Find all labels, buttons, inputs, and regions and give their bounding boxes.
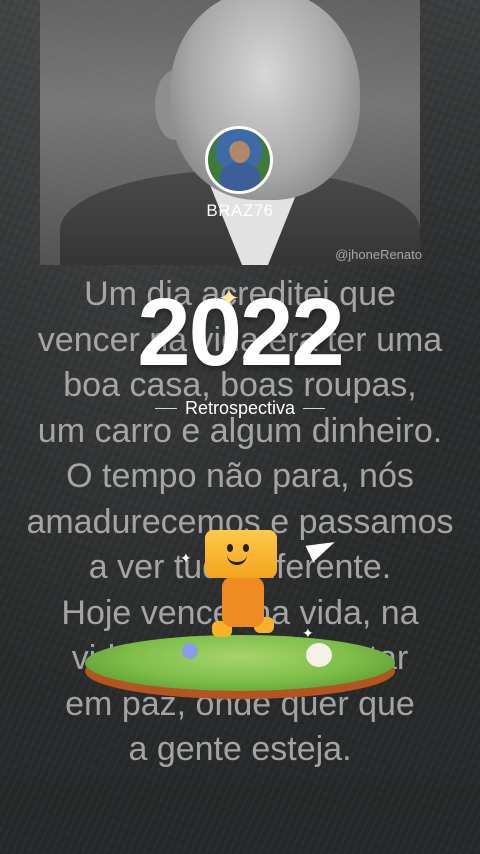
- paper-plane-icon: [305, 533, 339, 563]
- user-avatar[interactable]: [205, 126, 273, 194]
- robot-eye: [243, 544, 249, 552]
- robot-head: [205, 530, 277, 578]
- avatar-face: [230, 141, 250, 163]
- sparkle-icon: ✦: [218, 283, 240, 313]
- subtitle-divider-right: [303, 408, 326, 409]
- robot-body: [222, 577, 264, 627]
- avatar-shirt: [220, 163, 260, 191]
- grass-island: [85, 635, 395, 691]
- chick-icon: [306, 643, 332, 667]
- photo-watermark: @jhoneRenato: [335, 247, 422, 262]
- subtitle-text: Retrospectiva: [184, 398, 296, 418]
- flower-icon: [182, 643, 198, 659]
- star-icon: ✦: [180, 550, 192, 566]
- year-title: 2022: [137, 279, 345, 386]
- robot-mouth: [227, 552, 247, 565]
- retrospective-subtitle: Retrospectiva: [0, 398, 480, 419]
- poem-line: O tempo não para, nós: [66, 457, 414, 495]
- robot-eye: [227, 544, 233, 552]
- username-label[interactable]: BRAZ76: [0, 201, 480, 221]
- subtitle-divider-left: [154, 408, 177, 409]
- poem-line: a gente esteja.: [128, 730, 352, 768]
- star-icon: ✦: [302, 625, 314, 641]
- robot-illustration: ✦ ✦: [80, 525, 400, 700]
